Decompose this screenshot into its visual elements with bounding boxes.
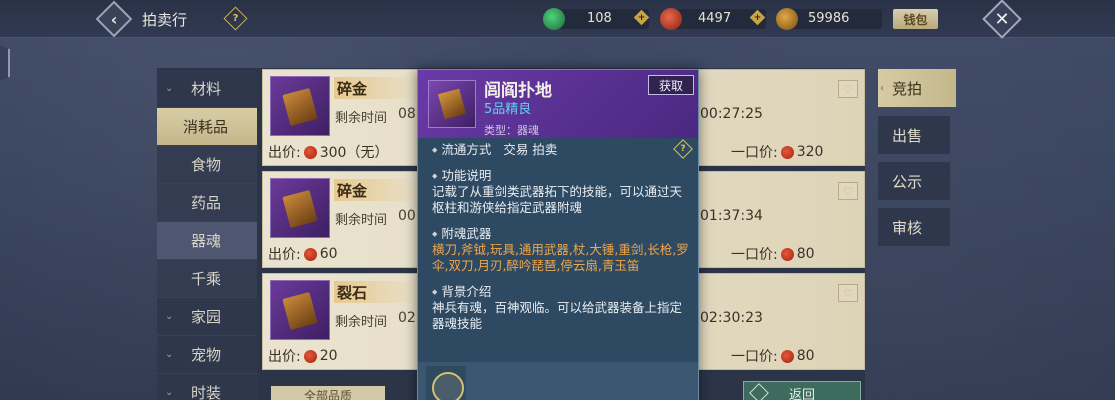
tooltip-footer: [418, 362, 698, 400]
sidebar-item-qiansheng[interactable]: 千乘: [157, 260, 257, 298]
item-thumbnail: [428, 80, 476, 128]
remaining-time-value: 08: [398, 106, 416, 122]
leaf-amount: 59986: [808, 11, 850, 26]
tab-sell[interactable]: 出售: [878, 116, 950, 154]
coin-amount: 4497: [698, 11, 732, 26]
favorite-heart-icon[interactable]: ♡: [838, 182, 858, 200]
tooltip-body: 流通方式 交易 拍卖 功能说明 记载了从重剑类武器拓下的技能，可以通过天枢柱和游…: [432, 142, 692, 342]
favorite-heart-icon[interactable]: ♡: [838, 284, 858, 302]
coin-icon: [660, 8, 682, 30]
tab-public[interactable]: 公示: [878, 162, 950, 200]
sidebar-item-fashion[interactable]: ⌄ 时装: [157, 374, 257, 400]
chevron-down-icon: ⌄: [165, 83, 174, 94]
close-button[interactable]: ✕: [982, 0, 1022, 39]
item-name: 裂石: [337, 284, 368, 302]
sidebar-item-food[interactable]: 食物: [157, 146, 257, 184]
top-bar: ‹ 拍卖行 ? 108 + 4497 + 59986 钱包 ✕: [0, 0, 1115, 39]
currency-jade: 108 +: [543, 8, 650, 30]
weapon-list: 横刀,斧钺,玩具,通用武器,杖,大锤,重剑,长枪,罗伞,双刀,月刃,醉吟琵琶,停…: [432, 242, 689, 273]
buyout-price: 一口价: 320: [731, 144, 824, 161]
remaining-time-label: 剩余时间: [335, 213, 388, 228]
question-icon: ?: [232, 13, 239, 24]
coin-icon: [303, 145, 317, 159]
remaining-time-right: 01:37:34: [700, 208, 763, 224]
remaining-time-label: 剩余时间: [335, 111, 388, 126]
category-sidebar: ⌄ 材料 消耗品 食物 药品 器魂 千乘 ⌄ 家园 ⌄ 宠物 ⌄ 时装: [157, 70, 257, 400]
tooltip-item-grade: 5品精良: [484, 102, 532, 117]
add-jade-button[interactable]: +: [633, 9, 650, 26]
remaining-time-label: 剩余时间: [335, 315, 388, 330]
tab-bidding[interactable]: ‹ 竞拍: [878, 69, 956, 107]
help-button[interactable]: ?: [223, 6, 248, 31]
bid-price: 出价: 300（无）: [268, 145, 389, 161]
tab-review[interactable]: 审核: [878, 208, 950, 246]
coin-icon: [303, 247, 317, 261]
flow-value: 交易 拍卖: [503, 142, 558, 157]
leaf-icon: [776, 8, 798, 30]
back-button[interactable]: ‹: [95, 0, 133, 38]
function-text: 记载了从重剑类武器拓下的技能，可以通过天枢柱和游侠给指定武器附魂: [432, 184, 683, 215]
weapon-title: 附魂武器: [432, 226, 692, 242]
item-tooltip: 闾阎扑地 5品精良 类型：器魂 获取 ? 流通方式 交易 拍卖 功能说明 记载了…: [417, 69, 699, 400]
buyout-price: 一口价: 80: [731, 348, 815, 365]
quality-filter-dropdown[interactable]: 全部品质: [271, 386, 385, 400]
page-title: 拍卖行: [142, 11, 188, 29]
tooltip-header: 闾阎扑地 5品精良 类型：器魂 获取: [418, 70, 698, 138]
wallet-button[interactable]: 钱包: [893, 9, 938, 29]
jade-icon: [543, 8, 565, 30]
bid-price: 出价: 20: [268, 348, 338, 365]
item-thumbnail: [270, 178, 330, 238]
jade-amount: 108: [587, 11, 612, 26]
coin-icon: [780, 247, 794, 261]
background-title: 背景介绍: [432, 284, 692, 300]
currency-leaf: 59986: [776, 8, 882, 30]
flow-label: 流通方式: [432, 142, 491, 157]
chevron-left-icon: [749, 383, 769, 400]
return-button[interactable]: 返回: [743, 381, 861, 400]
add-coin-button[interactable]: +: [749, 9, 766, 26]
sidebar-item-pets[interactable]: ⌄ 宠物: [157, 336, 257, 374]
close-icon: ✕: [994, 8, 1010, 30]
sidebar-item-materials[interactable]: ⌄ 材料: [157, 70, 257, 108]
chevron-down-icon: ⌄: [165, 349, 174, 360]
buyout-price: 一口价: 80: [731, 246, 815, 263]
remaining-time-value: 00: [398, 208, 416, 224]
remaining-time-right: 02:30:23: [700, 310, 763, 326]
tooltip-item-type: 类型：器魂: [484, 124, 539, 137]
skill-icon: [426, 366, 466, 400]
sidebar-item-medicine[interactable]: 药品: [157, 184, 257, 222]
chevron-down-icon: ⌄: [165, 387, 174, 398]
remaining-time-value: 02: [398, 310, 416, 326]
item-name: 碎金: [337, 80, 368, 98]
item-thumbnail: [270, 280, 330, 340]
item-thumbnail: [270, 76, 330, 136]
currency-coin: 4497 +: [660, 8, 766, 30]
coin-icon: [780, 145, 794, 159]
remaining-time-right: 00:27:25: [700, 106, 763, 122]
chevron-left-icon: ‹: [110, 9, 118, 29]
chevron-left-icon: ‹: [880, 82, 884, 94]
bid-price: 出价: 60: [268, 246, 338, 263]
function-title: 功能说明: [432, 168, 692, 184]
sidebar-item-weapon-soul[interactable]: 器魂: [157, 222, 257, 260]
sidebar-item-home[interactable]: ⌄ 家园: [157, 298, 257, 336]
sidebar-item-consumables[interactable]: 消耗品: [157, 108, 257, 146]
coin-icon: [780, 349, 794, 363]
coin-icon: [303, 349, 317, 363]
chevron-down-icon: ⌄: [165, 311, 174, 322]
favorite-heart-icon[interactable]: ♡: [838, 80, 858, 98]
item-name: 碎金: [337, 182, 368, 200]
background-text: 神兵有魂，百神观临。可以给武器装备上指定器魂技能: [432, 300, 683, 331]
obtain-button[interactable]: 获取: [648, 75, 694, 95]
